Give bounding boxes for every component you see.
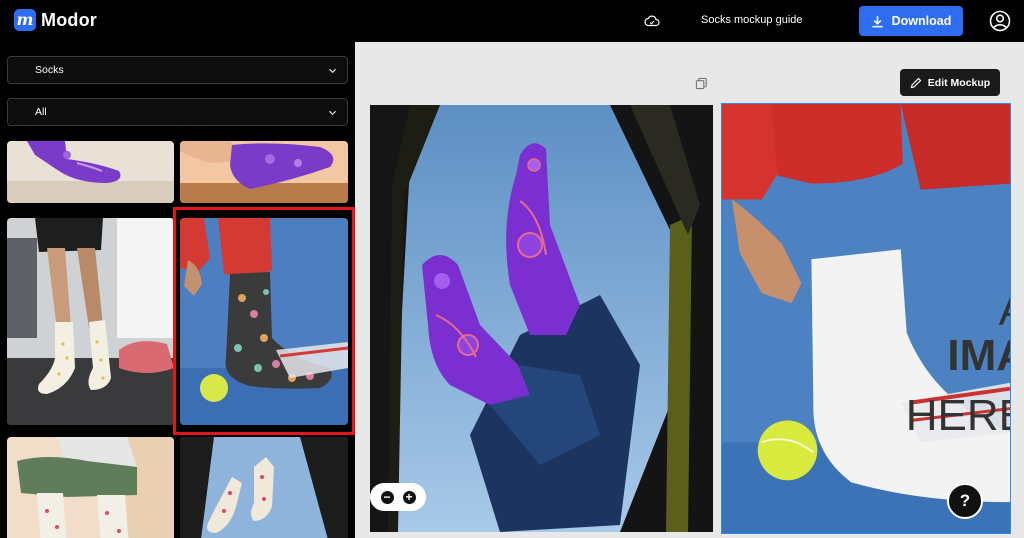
mockup-preview-result[interactable]: A IMA HERE bbox=[721, 103, 1011, 534]
zoom-in-button[interactable]: + bbox=[402, 490, 416, 504]
chevron-down-icon bbox=[328, 68, 337, 74]
edit-mockup-label: Edit Mockup bbox=[927, 76, 991, 89]
logo-mark: m bbox=[14, 9, 36, 31]
download-button[interactable]: Download bbox=[859, 6, 963, 36]
chevron-down-icon bbox=[328, 110, 337, 116]
download-icon bbox=[872, 15, 883, 27]
thumbnail-image bbox=[7, 437, 174, 538]
user-account-icon[interactable] bbox=[989, 10, 1011, 32]
mockup-thumbnail[interactable] bbox=[7, 141, 174, 203]
help-button[interactable]: ? bbox=[947, 483, 983, 519]
edit-mockup-button[interactable]: Edit Mockup bbox=[900, 69, 1000, 96]
mockup-thumbnail[interactable] bbox=[7, 437, 174, 538]
logo-text: Modor bbox=[41, 9, 97, 30]
mockup-thumbnail[interactable] bbox=[180, 141, 348, 203]
thumbnail-image bbox=[7, 141, 174, 203]
watermark-line-2: IMA bbox=[947, 331, 1010, 380]
watermark-line-3: HERE bbox=[905, 391, 1010, 440]
category-select-value: Socks bbox=[35, 64, 64, 76]
logo[interactable]: m Modor bbox=[14, 9, 97, 31]
filter-select[interactable]: All bbox=[7, 98, 348, 126]
zoom-controls: − + bbox=[370, 483, 426, 511]
selection-highlight bbox=[173, 207, 355, 435]
image-here-watermark: A IMA HERE bbox=[722, 104, 1010, 533]
filter-select-value: All bbox=[35, 106, 47, 118]
preview-image bbox=[370, 105, 713, 532]
zoom-out-button[interactable]: − bbox=[380, 490, 394, 504]
mockup-thumbnail[interactable] bbox=[180, 437, 348, 538]
mockup-guide-link[interactable]: Socks mockup guide bbox=[701, 14, 803, 26]
top-bar: m Modor Socks mockup guide Download bbox=[0, 0, 1024, 42]
thumbnail-image bbox=[180, 437, 348, 538]
main-canvas: Edit Mockup IM HER − + ? bbox=[355, 42, 1024, 538]
category-select[interactable]: Socks bbox=[7, 56, 348, 84]
copy-icon[interactable] bbox=[695, 77, 708, 90]
mockup-preview-original[interactable] bbox=[370, 105, 713, 532]
thumbnail-image bbox=[7, 218, 174, 425]
mockup-thumbnail[interactable] bbox=[7, 218, 174, 425]
pencil-icon bbox=[910, 77, 922, 88]
app-root: m Modor Socks mockup guide Download Sock… bbox=[0, 0, 1024, 538]
cloud-icon[interactable] bbox=[644, 13, 660, 29]
download-label: Download bbox=[891, 14, 952, 28]
thumbnail-image bbox=[180, 141, 348, 203]
sidebar: Socks All bbox=[0, 42, 355, 538]
watermark-line-1: A bbox=[999, 289, 1010, 333]
